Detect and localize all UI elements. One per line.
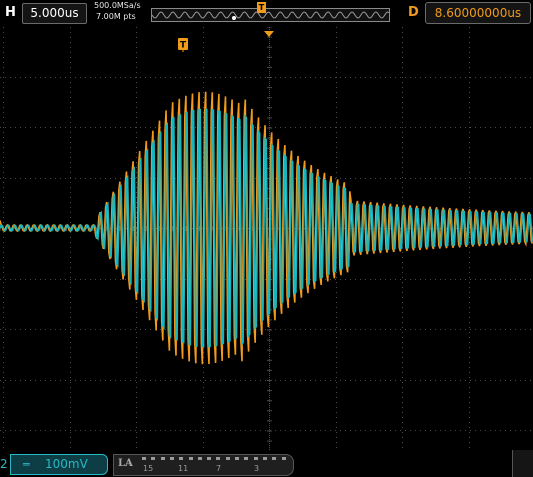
- delay-label: D: [408, 5, 419, 20]
- dc-coupling-icon: ═: [23, 458, 30, 471]
- waveform-canvas: T: [0, 27, 533, 450]
- timebase-field[interactable]: 5.000us: [22, 3, 87, 24]
- la-channel-dot: [179, 457, 184, 460]
- la-channel-label: 15: [143, 464, 154, 473]
- la-label: LA: [118, 458, 133, 469]
- la-channel-dot: [225, 457, 230, 460]
- la-channel-label: 7: [216, 464, 222, 473]
- la-channel-indicators: [142, 457, 292, 463]
- trigger-marker-label: T: [180, 41, 187, 51]
- memory-overview-bar[interactable]: [151, 8, 390, 22]
- la-channel-dot: [281, 457, 286, 460]
- waveform-display[interactable]: T: [0, 27, 533, 450]
- la-channel-dot: [160, 457, 165, 460]
- la-channel-dot: [235, 457, 239, 460]
- menu-tab[interactable]: [512, 450, 533, 477]
- channel-number: 2: [0, 457, 8, 471]
- la-channel-dot: [272, 457, 277, 460]
- memory-trigger-marker: T: [257, 2, 266, 13]
- memory-view-position-marker: [232, 16, 236, 20]
- la-channel-dot: [142, 457, 146, 460]
- memory-overview-wave: [152, 11, 389, 19]
- la-channel-dot: [197, 457, 202, 460]
- la-channel-dot: [244, 457, 249, 460]
- la-channel-label: 3: [254, 464, 260, 473]
- la-channel-dot: [207, 457, 212, 460]
- la-channel-label: 11: [178, 464, 189, 473]
- channel-2-scale-button[interactable]: ═ 100mV: [10, 454, 108, 475]
- trigger-delay-field[interactable]: 8.60000000us: [425, 2, 531, 24]
- trigger-position-marker[interactable]: T: [178, 38, 188, 52]
- vertical-scale-value: 100mV: [45, 457, 88, 471]
- sample-rate-readout: 500.0MSa/s: [94, 1, 141, 10]
- horizontal-status-bar: H 5.000us 500.0MSa/s 7.00M pts T D 8.600…: [0, 0, 533, 27]
- la-channel-dot: [216, 457, 221, 460]
- la-channel-dot: [262, 457, 267, 460]
- trigger-delay-caret-icon: [264, 31, 274, 37]
- horizontal-label: H: [5, 5, 16, 20]
- la-channel-dot: [151, 457, 156, 460]
- la-channel-dot: [253, 457, 258, 460]
- memory-depth-readout: 7.00M pts: [96, 12, 136, 21]
- logic-analyzer-button[interactable]: LA 15 11 7 3: [113, 454, 294, 476]
- la-channel-dot: [188, 457, 193, 460]
- channel-status-bar: 2 ═ 100mV LA 15 11 7 3: [0, 450, 533, 477]
- la-channel-dot: [169, 457, 174, 460]
